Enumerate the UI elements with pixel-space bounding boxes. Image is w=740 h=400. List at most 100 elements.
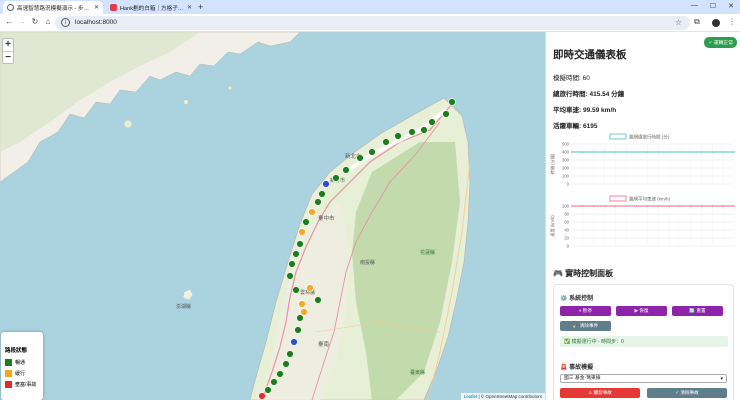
browser-tab-strip: 高速智慧路況模擬演示 - 步驟流程 ✕ Hank劃的白箱｜方格子 vocus ✕… <box>0 0 740 14</box>
traffic-marker[interactable] <box>292 250 300 258</box>
island <box>183 99 189 105</box>
traffic-marker[interactable] <box>382 138 390 146</box>
traffic-marker[interactable] <box>292 286 300 294</box>
data-point <box>636 205 638 207</box>
tab-title: 高速智慧路況模擬演示 - 步驟流程 <box>17 5 91 12</box>
data-point <box>679 205 681 207</box>
extensions-icon[interactable]: ⧉ <box>694 17 700 27</box>
traffic-marker[interactable] <box>300 308 308 316</box>
maximize-icon[interactable]: ☐ <box>710 2 716 10</box>
osm-attribution: | © OpenStreetMap contributors <box>477 394 542 399</box>
traffic-marker[interactable] <box>270 378 278 386</box>
minimize-icon[interactable]: — <box>691 2 698 10</box>
legend-swatch <box>5 370 12 377</box>
y-tick-label: 500 <box>562 142 570 147</box>
traffic-marker[interactable] <box>298 300 306 308</box>
avg-speed-chart: 路網平均車速 (km/h) 速度 (km/h) 100 80 60 40 20 0 <box>549 196 735 249</box>
traffic-marker[interactable] <box>290 338 298 346</box>
system-control-title: ⚙️ 系統控制 <box>560 296 594 302</box>
dashboard-title: 即時交通儀表板 <box>553 49 627 61</box>
profile-avatar[interactable] <box>712 19 720 27</box>
traffic-marker[interactable] <box>264 386 272 394</box>
y-tick-label: 80 <box>564 212 569 217</box>
site-info-icon[interactable]: i <box>61 18 70 27</box>
data-point <box>711 205 714 207</box>
map-view[interactable]: 新北市 新竹市 臺中市 南投縣 花蓮縣 雲林縣 臺南 臺東縣 澎湖縣 + − 路… <box>0 32 545 400</box>
traffic-marker[interactable] <box>288 260 296 268</box>
traffic-marker[interactable] <box>276 370 284 378</box>
bookmark-star-icon[interactable]: ☆ <box>675 18 682 27</box>
sim-time-stat: 模擬時間: 60 <box>553 72 590 82</box>
traffic-marker[interactable] <box>282 360 290 368</box>
traffic-marker[interactable] <box>408 128 416 136</box>
traffic-marker[interactable] <box>302 218 310 226</box>
browser-menu-icon[interactable]: ⋮ <box>728 17 736 26</box>
zoom-in-button[interactable]: + <box>3 39 13 51</box>
url-field[interactable]: i localhost:8000 ☆ <box>55 16 690 30</box>
traffic-marker[interactable] <box>296 314 304 322</box>
window-close-icon[interactable]: ✕ <box>728 2 734 10</box>
traffic-marker[interactable] <box>258 392 266 400</box>
control-panel-title: 🎮 實時控制面板 <box>553 269 614 278</box>
accident-location-select[interactable]: 國三 基金-瑪東線 ▾ <box>560 374 727 383</box>
back-arrow-icon[interactable]: ← <box>3 17 15 26</box>
traffic-marker[interactable] <box>428 118 436 126</box>
place-label: 南投縣 <box>360 259 375 266</box>
zoom-out-button[interactable]: − <box>3 51 13 63</box>
traffic-marker[interactable] <box>306 284 314 292</box>
traffic-marker[interactable] <box>286 350 294 358</box>
traffic-marker[interactable] <box>294 326 302 334</box>
legend-item: 暢通 <box>5 359 39 366</box>
tab-traffic-sim[interactable]: 高速智慧路況模擬演示 - 步驟流程 ✕ <box>3 1 103 14</box>
reload-icon[interactable]: ↻ <box>29 17 41 26</box>
home-icon[interactable]: ⌂ <box>42 17 54 26</box>
create-accident-button[interactable]: ⚠ 觸發事故 <box>560 388 640 398</box>
data-point <box>625 205 627 207</box>
traffic-marker[interactable] <box>394 132 402 140</box>
pause-button[interactable]: ⏸ 暫停 <box>560 306 611 316</box>
clear-events-button[interactable]: 🧹 清除事件 <box>560 321 611 331</box>
traffic-marker[interactable] <box>448 98 456 106</box>
select-value: 國三 基金-瑪東線 <box>564 376 601 381</box>
traffic-marker[interactable] <box>342 166 350 174</box>
traffic-marker[interactable] <box>314 198 322 206</box>
clear-accident-button[interactable]: ✓ 清除事故 <box>647 388 727 398</box>
traffic-marker[interactable] <box>332 174 340 182</box>
traffic-marker[interactable] <box>356 154 364 162</box>
traffic-marker[interactable] <box>368 148 376 156</box>
data-point <box>668 205 670 207</box>
vocus-favicon-icon <box>110 4 117 11</box>
traffic-marker[interactable] <box>318 190 326 198</box>
traffic-marker[interactable] <box>442 110 450 118</box>
data-point <box>603 205 606 207</box>
traffic-marker[interactable] <box>286 272 294 280</box>
control-card: ⚙️ 系統控制 ⏸ 暫停 ▶ 恢復 🔄 重置 🧹 清除事件 ✅ 模擬運行中 - … <box>553 284 734 400</box>
forward-arrow-icon[interactable]: → <box>16 17 28 26</box>
traffic-marker[interactable] <box>420 126 428 134</box>
data-point <box>722 205 724 207</box>
y-tick-label: 0 <box>567 244 570 249</box>
tab-close-icon[interactable]: ✕ <box>94 4 99 11</box>
traffic-marker[interactable] <box>298 228 306 236</box>
data-point <box>679 151 681 153</box>
y-tick-label: 40 <box>564 228 569 233</box>
resume-button[interactable]: ▶ 恢復 <box>616 306 667 316</box>
traffic-marker[interactable] <box>308 208 316 216</box>
leaflet-link[interactable]: Leaflet <box>464 394 478 399</box>
tab-close-icon[interactable]: ✕ <box>187 4 192 11</box>
new-tab-icon[interactable]: + <box>198 2 203 12</box>
y-tick-label: 100 <box>562 174 570 179</box>
tab-vocus[interactable]: Hank劃的白箱｜方格子 vocus ✕ <box>106 1 196 14</box>
legend-label: 緩行 <box>15 371 26 377</box>
stat-label: 平均車速: <box>553 107 582 114</box>
traffic-marker[interactable] <box>322 180 330 188</box>
stat-value: 99.59 km/h <box>582 107 617 114</box>
traffic-marker[interactable] <box>296 240 304 248</box>
reset-button[interactable]: 🔄 重置 <box>672 306 723 316</box>
data-point <box>571 205 573 207</box>
stat-label: 活躍車輛: <box>553 123 582 130</box>
stat-value: 60 <box>582 75 590 82</box>
traffic-marker[interactable] <box>314 296 322 304</box>
data-point <box>592 205 595 207</box>
stat-value: 6195 <box>582 123 598 130</box>
